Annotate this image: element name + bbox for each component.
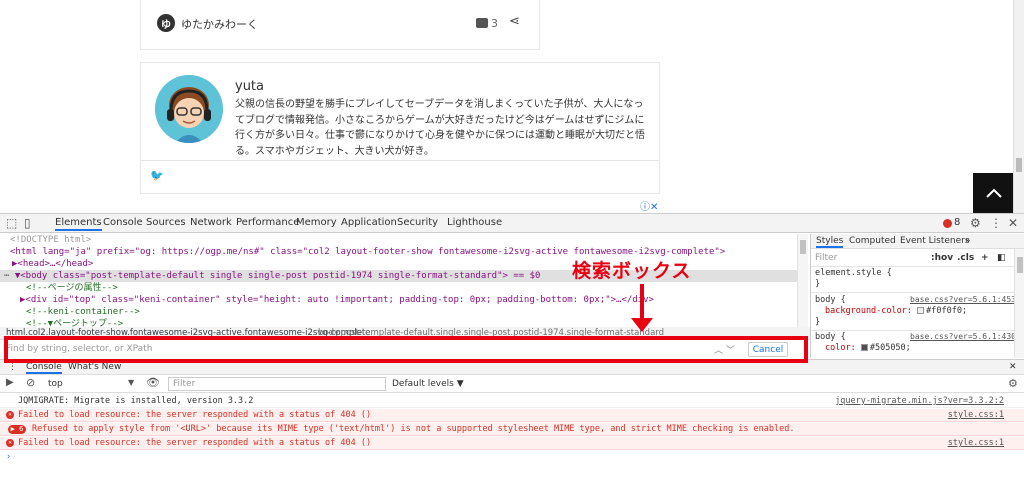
ad-choices-icon[interactable]: ⓘ✕ (640, 198, 658, 213)
cls-toggle[interactable]: .cls (957, 253, 974, 263)
arrow-head-icon (631, 318, 653, 332)
callout-label: 検索ボックス (572, 260, 692, 282)
tab-security[interactable]: Security (397, 217, 438, 228)
console-prompt[interactable]: › (0, 451, 1024, 464)
chevron-up-icon (985, 188, 1002, 198)
console-error-message: ▶ 6 Refused to apply style from '<URL>' … (0, 423, 1024, 436)
tab-console[interactable]: Console (103, 217, 143, 228)
rule-declaration[interactable]: color: #505050; (825, 343, 911, 354)
rule-selector: body { (815, 332, 846, 342)
chevron-down-icon[interactable]: ▼ (128, 378, 134, 387)
rule-selector: element.style { (815, 268, 892, 278)
more-tabs-icon[interactable]: » (965, 236, 971, 246)
drawer-tab-whats-new[interactable]: What's New (68, 362, 121, 372)
divider (811, 266, 1015, 267)
tree-node-comment[interactable]: <!--ページの属性--> (26, 282, 118, 294)
rule-source-link[interactable]: base.css?ver=5.6.1:453 (910, 295, 1016, 304)
tree-node-div-top[interactable]: ▶<div id="top" class="keni-container" st… (20, 294, 654, 306)
message-source-link[interactable]: jquery-migrate.min.js?ver=3.3.2:2 (835, 395, 1004, 408)
close-drawer-icon[interactable]: ✕ (1009, 362, 1017, 372)
drawer-menu-icon[interactable]: ⋮ (8, 362, 17, 372)
tab-styles[interactable]: Styles (816, 236, 844, 248)
more-options-icon[interactable]: ⋮ (990, 216, 1002, 230)
search-box-highlight (4, 336, 808, 363)
tab-application[interactable]: Application (341, 217, 397, 228)
site-name[interactable]: ゆたかみわーく (181, 16, 258, 32)
tab-performance[interactable]: Performance (236, 217, 299, 228)
rule-close: } (815, 279, 821, 289)
divider (811, 292, 1015, 293)
console-filter-input[interactable]: Filter (168, 377, 386, 391)
rule-source-link[interactable]: base.css?ver=5.6.1:430 (910, 332, 1016, 341)
author-name: yuta (235, 79, 264, 94)
styles-tab-bar: Styles Computed Event Listeners » (811, 234, 1024, 249)
tab-lighthouse[interactable]: Lighthouse (447, 217, 502, 228)
rule-selector: body { (815, 295, 846, 305)
color-swatch[interactable] (860, 344, 868, 351)
author-bio: 父親の信長の野望を勝手にプレイしてセーブデータを消しまくっていた子供が、大人にな… (235, 99, 645, 157)
author-avatar (155, 75, 223, 143)
show-sidebar-icon[interactable]: ▶ (6, 377, 14, 388)
eye-icon[interactable]: 👁 (146, 376, 160, 389)
tree-node-comment[interactable]: <!--keni-container--> (26, 306, 140, 318)
comment-icon (476, 18, 488, 28)
divider (811, 330, 1015, 331)
rule-declaration[interactable]: background-color: #f0f0f0; (825, 306, 967, 317)
styles-filter-input[interactable]: Filter (815, 253, 837, 263)
author-card: yuta 父親の信長の野望を勝手にプレイしてセーブデータを消しまくっていた子供が… (140, 62, 660, 194)
styles-scrollbar-thumb[interactable] (1017, 257, 1023, 273)
console-error-message: ✕ Failed to load resource: the server re… (0, 437, 1024, 450)
share-icon[interactable]: ⋖ (509, 14, 520, 29)
scroll-to-top-button[interactable] (973, 173, 1014, 213)
close-devtools-icon[interactable]: ✕ (1008, 216, 1018, 230)
repeat-count-badge: ▶ 6 (8, 425, 26, 434)
page-scrollbar-thumb[interactable] (1016, 158, 1022, 172)
error-icon: ✕ (6, 411, 14, 419)
web-page: ゆ ゆたかみわーく 3 ⋖ yuta 父親の信長の野望を勝手にプレイしてセーブデ… (0, 0, 1024, 213)
comment-count[interactable]: 3 (491, 17, 498, 30)
divider (141, 160, 659, 161)
tab-event-listeners[interactable]: Event Listeners (900, 236, 970, 246)
styles-scrollbar[interactable] (1014, 249, 1024, 358)
add-rule-icon[interactable]: + (981, 253, 989, 263)
tab-sources[interactable]: Sources (146, 217, 186, 228)
error-icon[interactable] (943, 219, 952, 228)
tree-node-head[interactable]: ▶<head>…</head> (12, 258, 93, 270)
error-icon: ✕ (6, 439, 14, 447)
console-toolbar: ▶ ⊘ top ▼ 👁 Filter Default levels ▼ ⚙ (0, 375, 1024, 393)
styles-pane: Styles Computed Event Listeners » Filter… (810, 234, 1024, 358)
tab-memory[interactable]: Memory (296, 217, 337, 228)
console-error-message: ✕ Failed to load resource: the server re… (0, 409, 1024, 422)
drawer-tab-console[interactable]: Console (26, 362, 62, 374)
tab-network[interactable]: Network (190, 217, 232, 228)
rule-close: } (815, 317, 821, 327)
message-source-link[interactable]: style.css:1 (948, 409, 1004, 422)
message-source-link[interactable]: style.css:1 (948, 437, 1004, 450)
inspect-element-icon[interactable]: ⬚ (6, 216, 17, 230)
log-levels-dropdown[interactable]: Default levels ▼ (392, 379, 464, 389)
twitter-icon[interactable]: 🐦 (150, 169, 164, 182)
settings-gear-icon[interactable]: ⚙ (970, 216, 981, 230)
error-count[interactable]: 8 (954, 217, 960, 228)
site-card: ゆ ゆたかみわーく 3 ⋖ (140, 0, 540, 50)
console-message: JQMIGRATE: Migrate is installed, version… (0, 395, 1024, 408)
devtools-tab-bar: ⬚ ▯ Elements Console Sources Network Per… (0, 214, 1024, 233)
arrow-down-icon (640, 284, 644, 320)
toggle-sidebar-icon[interactable]: ◧ (997, 253, 1006, 263)
tab-computed[interactable]: Computed (849, 236, 896, 246)
context-selector[interactable]: top (48, 379, 63, 389)
site-logo-icon: ゆ (157, 14, 175, 32)
color-swatch[interactable] (917, 307, 925, 314)
console-drawer: ⋮ Console What's New ✕ ▶ ⊘ top ▼ 👁 Filte… (0, 359, 1024, 491)
page-scrollbar[interactable] (1013, 0, 1024, 213)
hov-toggle[interactable]: :hov (931, 253, 953, 263)
elements-scrollbar-thumb[interactable] (800, 240, 806, 254)
device-toolbar-icon[interactable]: ▯ (24, 216, 31, 230)
clear-console-icon[interactable]: ⊘ (26, 376, 35, 389)
avatar-illustration (155, 75, 223, 143)
tab-elements[interactable]: Elements (55, 217, 102, 231)
tree-node-doctype[interactable]: <!DOCTYPE html> (10, 234, 91, 246)
console-settings-gear-icon[interactable]: ⚙ (1008, 377, 1018, 390)
